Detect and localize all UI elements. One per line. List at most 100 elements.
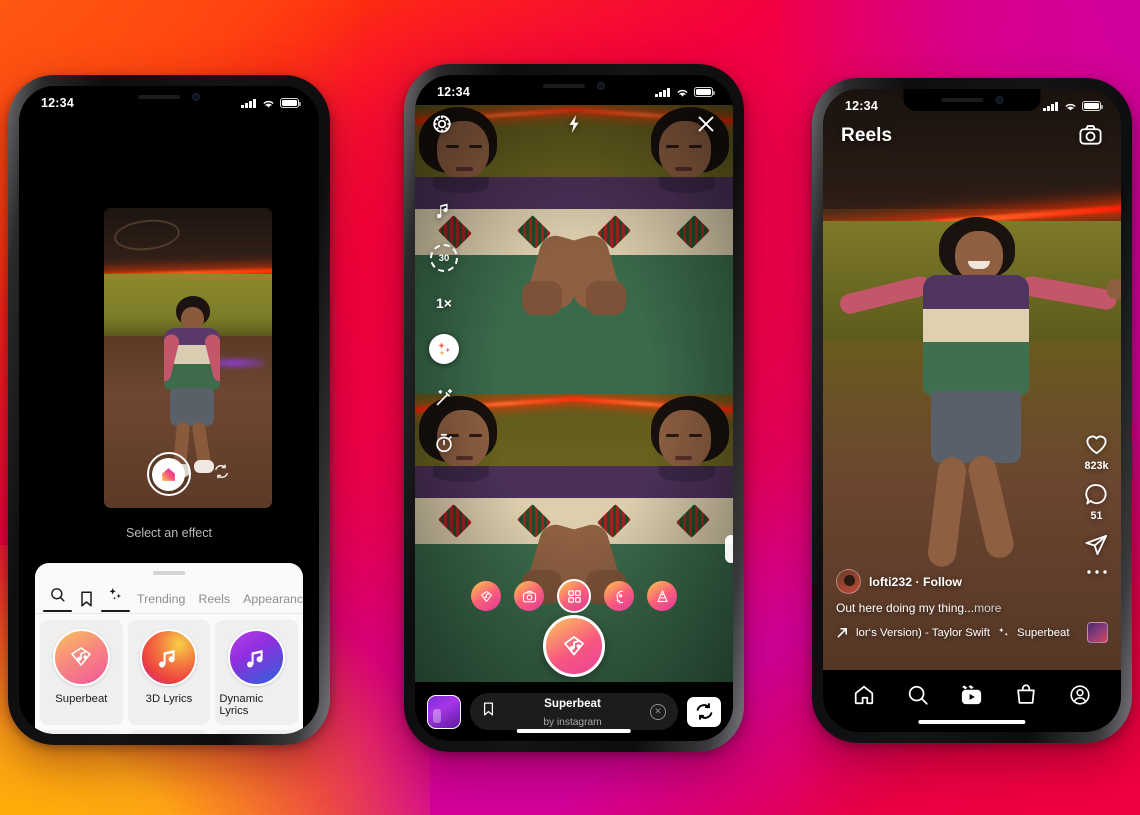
tab-reels[interactable]: Reels xyxy=(198,592,230,606)
duration-label: 30 xyxy=(430,244,458,272)
status-icons xyxy=(1043,101,1103,112)
effect-shutter-button[interactable] xyxy=(146,452,191,496)
music-track-pill[interactable]: Superbeat by instagram ✕ xyxy=(470,693,678,730)
effect-tile[interactable]: Party Lights xyxy=(127,730,211,734)
nav-reels-icon[interactable] xyxy=(959,683,984,708)
effect-picker-sheet: Trending Reels Appearance Superbeat xyxy=(35,563,303,734)
nav-home-icon[interactable] xyxy=(852,683,876,707)
phone2-screen: 12:34 30 1× Superbeat by instagram ✕ xyxy=(415,75,733,741)
close-icon[interactable] xyxy=(695,113,717,135)
flip-camera-button[interactable] xyxy=(687,696,721,727)
phone1-camera-view: 12:34 Select an effect Trending Reels Ap… xyxy=(19,86,319,734)
music-title: lor‘s Version) - Taylor Swift xyxy=(856,626,990,639)
close-circle-icon[interactable]: ✕ xyxy=(650,703,666,720)
effect-grid: Superbeat 3D Lyrics Dynamic Lyrics xyxy=(35,614,303,734)
carousel-item-camera[interactable] xyxy=(514,581,544,611)
camera-preview xyxy=(104,208,272,508)
effect-tile[interactable]: LED Starburst xyxy=(40,730,123,734)
caption-text: Out here doing my thing... xyxy=(836,601,975,615)
sparkles-icon xyxy=(997,626,1010,639)
search-icon xyxy=(51,588,65,602)
scene-ceiling xyxy=(104,208,272,270)
carousel-item-face[interactable] xyxy=(604,581,634,611)
music-note-icon[interactable] xyxy=(433,199,455,221)
effect-tile[interactable]: Superbeat xyxy=(40,620,123,725)
nav-profile-icon[interactable] xyxy=(1068,683,1092,707)
tab-trending[interactable]: Trending xyxy=(137,592,185,606)
music-note-icon xyxy=(140,629,198,686)
carousel-item-gem[interactable] xyxy=(471,581,501,611)
bookmark-icon xyxy=(81,591,92,607)
effects-sparkles-button[interactable] xyxy=(429,334,459,364)
effect-shutter-icon xyxy=(162,467,175,481)
status-time: 12:34 xyxy=(845,99,878,113)
notch xyxy=(500,75,648,97)
flash-icon[interactable] xyxy=(564,113,584,135)
effect-carousel xyxy=(415,579,733,613)
music-thumbnail[interactable] xyxy=(1087,622,1108,643)
mirror-top-half xyxy=(415,105,733,394)
nav-shop-icon[interactable] xyxy=(1014,683,1038,707)
flip-camera-icon[interactable] xyxy=(213,463,230,485)
tab-effects[interactable] xyxy=(101,586,130,613)
caption-more-link[interactable]: more xyxy=(974,601,1001,615)
front-camera-dot xyxy=(994,96,1003,104)
status-icons xyxy=(241,98,301,109)
effect-tile[interactable]: 3D Lyrics xyxy=(127,620,211,725)
signal-icon xyxy=(1043,101,1058,111)
wifi-icon xyxy=(1065,103,1075,111)
reel-action-rail: 823k 51 xyxy=(1084,432,1109,577)
phone-reels-feed: 12:34 Reels 823k 51 lofti232 · Follow Ou… xyxy=(812,78,1132,743)
reel-author[interactable]: lofti232 · Follow xyxy=(836,569,1108,594)
earpiece-speaker xyxy=(940,98,983,102)
notch xyxy=(100,86,238,108)
speed-label[interactable]: 1× xyxy=(436,295,452,311)
effect-hint-label: Select an effect xyxy=(126,526,212,540)
duration-dial-icon[interactable]: 30 xyxy=(430,244,458,272)
effect-tab-bar: Trending Reels Appearance xyxy=(35,575,303,613)
track-author: by instagram xyxy=(543,716,602,728)
username-label[interactable]: lofti232 · Follow xyxy=(869,575,962,589)
wifi-icon xyxy=(677,89,687,97)
reel-caption[interactable]: Out here doing my thing...more xyxy=(836,601,1108,615)
like-action[interactable]: 823k xyxy=(1084,432,1109,472)
send-icon xyxy=(1084,532,1109,557)
bookmark-icon[interactable] xyxy=(482,701,495,722)
avatar[interactable] xyxy=(836,569,861,594)
shutter-button[interactable] xyxy=(543,615,605,677)
earpiece-speaker xyxy=(542,84,585,88)
comment-count: 51 xyxy=(1090,510,1103,522)
home-indicator xyxy=(516,728,632,733)
carousel-item-party[interactable] xyxy=(647,581,677,611)
front-camera-dot xyxy=(596,82,605,90)
status-icons xyxy=(655,87,715,98)
gem-music-icon xyxy=(564,636,584,656)
carousel-item-grid[interactable] xyxy=(557,579,591,613)
home-indicator xyxy=(918,719,1026,724)
mirrored-subject-right xyxy=(574,105,733,394)
camera-icon[interactable] xyxy=(1078,123,1103,148)
camera-left-rail: 30 1× xyxy=(429,199,459,454)
scroll-indicator[interactable] xyxy=(725,535,733,563)
phone-effect-picker: 12:34 Select an effect Trending Reels Ap… xyxy=(8,75,330,745)
front-camera-dot xyxy=(192,93,200,101)
effect-tile[interactable]: Starburst xyxy=(215,730,298,734)
magic-wand-icon[interactable] xyxy=(433,387,455,409)
earpiece-speaker xyxy=(138,95,180,99)
tab-saved[interactable] xyxy=(79,590,94,608)
effect-tile[interactable]: Dynamic Lyrics xyxy=(215,620,298,725)
effect-label: Superbeat xyxy=(55,693,108,705)
tab-appearance[interactable]: Appearance xyxy=(243,592,303,606)
status-time: 12:34 xyxy=(41,96,74,110)
page-title: Reels xyxy=(841,124,893,146)
comment-action[interactable]: 51 xyxy=(1084,482,1109,522)
music-note-icon xyxy=(228,629,286,686)
aperture-icon[interactable] xyxy=(431,113,453,135)
share-action[interactable] xyxy=(1084,532,1109,557)
nav-search-icon[interactable] xyxy=(906,683,930,707)
sidebar-tab-search[interactable] xyxy=(43,586,72,613)
timer-icon[interactable] xyxy=(433,432,455,454)
gallery-thumbnail[interactable] xyxy=(427,694,461,729)
reel-music-row[interactable]: lor‘s Version) - Taylor Swift Superbeat xyxy=(836,622,1108,643)
signal-icon xyxy=(241,98,256,108)
